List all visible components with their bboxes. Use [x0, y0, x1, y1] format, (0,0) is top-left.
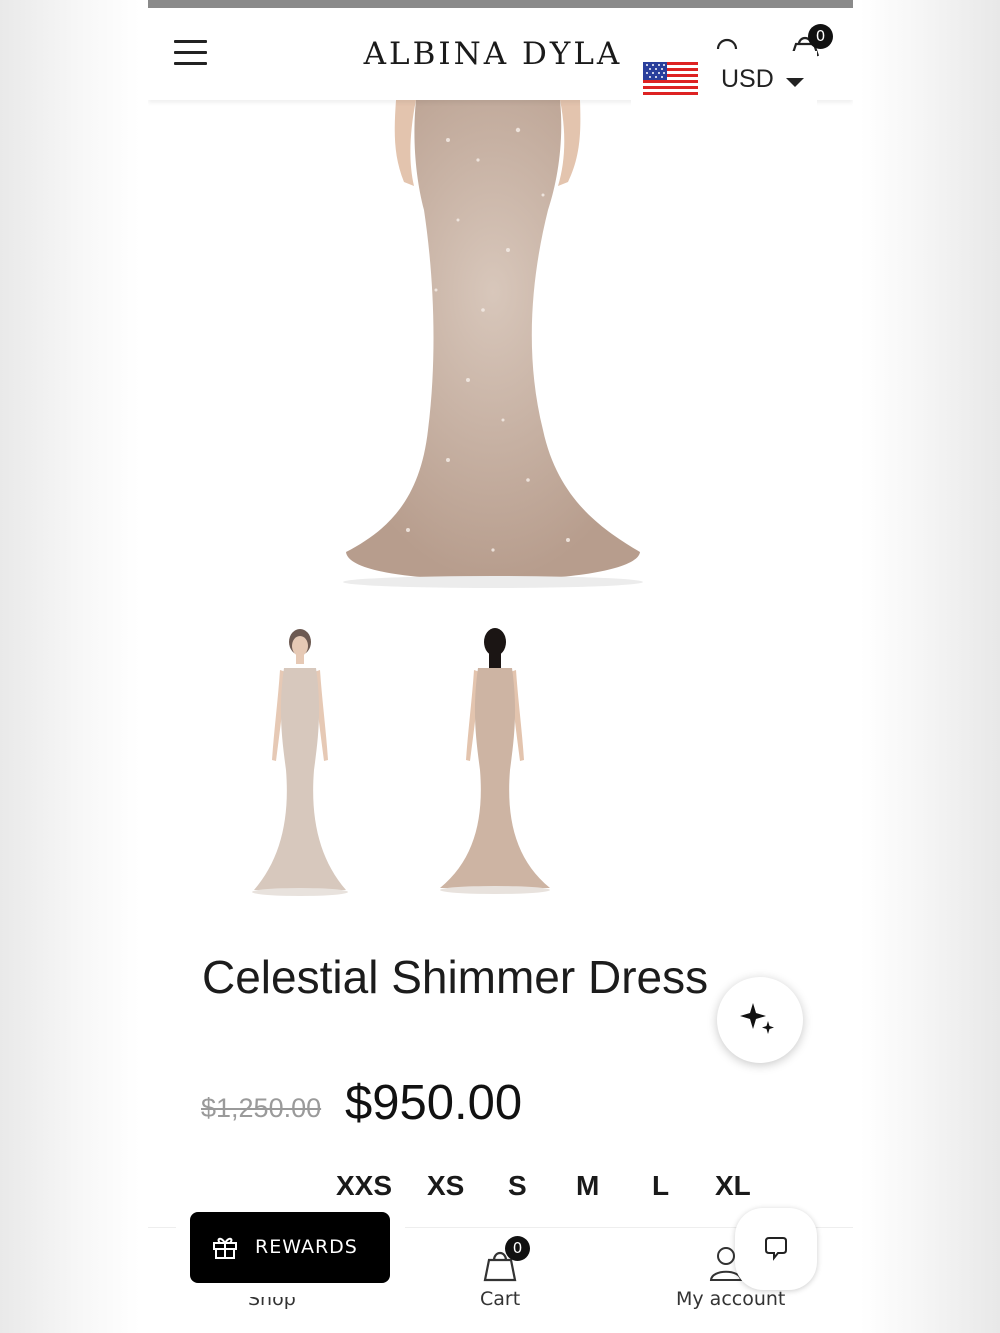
- product-title: Celestial Shimmer Dress: [202, 951, 709, 1003]
- nav-label-my-account: My account: [676, 1288, 786, 1310]
- page: ALBINA DYLA 0 USD Celestial Shimmer Dres…: [148, 0, 853, 1333]
- gallery-thumbnail-front[interactable]: [218, 620, 388, 910]
- rewards-label: REWARDS: [255, 1236, 358, 1258]
- menu-icon-bar: [174, 51, 207, 54]
- ai-assistant-button[interactable]: [717, 977, 803, 1063]
- cart-count-badge: 0: [505, 1236, 530, 1261]
- size-option[interactable]: XS: [427, 1170, 464, 1202]
- cart-count-badge: 0: [808, 24, 833, 49]
- nav-item-cart[interactable]: 0 Cart: [448, 1228, 558, 1333]
- size-option[interactable]: S: [508, 1170, 527, 1202]
- chat-icon: [765, 1237, 787, 1261]
- original-price: $1,250.00: [201, 1093, 322, 1123]
- status-strip: [148, 0, 853, 8]
- size-option[interactable]: M: [576, 1170, 599, 1202]
- caret-down-icon: [786, 78, 804, 87]
- chat-button[interactable]: [735, 1208, 817, 1290]
- sale-price: $950.00: [345, 1076, 523, 1130]
- currency-selector[interactable]: USD: [631, 51, 817, 107]
- rewards-widget: REWARDS: [176, 1198, 405, 1297]
- gift-icon: [213, 1237, 237, 1259]
- gallery-thumbnail-back[interactable]: [410, 620, 580, 910]
- sparkle-icon: [740, 1003, 774, 1034]
- account-icon[interactable]: [716, 32, 738, 50]
- product-main-image[interactable]: [148, 100, 853, 600]
- size-option[interactable]: L: [652, 1170, 669, 1202]
- brand-logo[interactable]: ALBINA DYLA: [358, 36, 628, 72]
- menu-button[interactable]: [174, 40, 208, 68]
- menu-icon-bar: [174, 40, 207, 43]
- currency-code: USD: [721, 65, 774, 93]
- us-flag-icon: [643, 62, 698, 98]
- size-option[interactable]: XL: [715, 1170, 751, 1202]
- nav-label-cart: Cart: [480, 1288, 521, 1310]
- rewards-button[interactable]: REWARDS: [190, 1212, 390, 1283]
- menu-icon-bar: [174, 62, 207, 65]
